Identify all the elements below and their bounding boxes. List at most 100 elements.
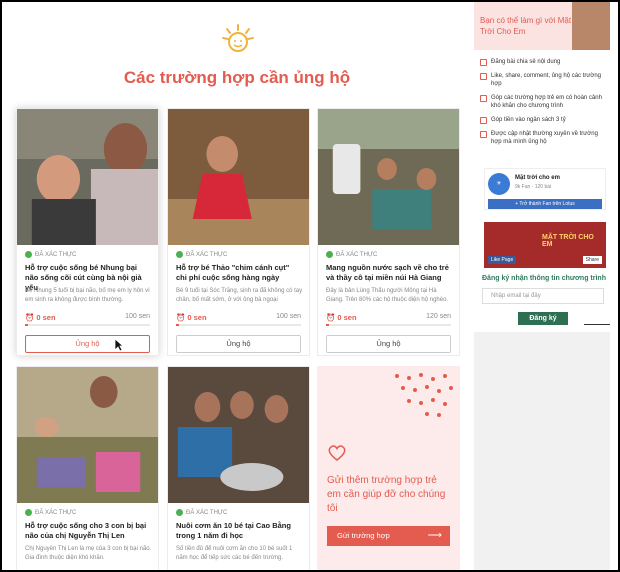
verified-badge: ĐÃ XÁC THỰC [25,251,76,258]
alarm-icon: ⏰ [176,313,186,322]
case-title[interactable]: Hỗ trợ cuộc sống cho 3 con bị bại não củ… [25,521,151,541]
case-title[interactable]: Nuôi cơm ăn 10 bé tại Cao Bằng trong 1 n… [176,521,302,541]
progress-fill [25,324,28,326]
facebook-page-widget: MẶT TRỜI CHO EM Like Page Share [484,222,606,268]
verified-label: ĐÃ XÁC THỰC [336,251,378,258]
donate-button[interactable]: Ủng hộ [176,335,301,353]
verified-label: ĐÃ XÁC THỰC [186,509,228,516]
subscribe-title: Đăng ký nhận thông tin chương trình [482,275,606,282]
dot-pattern-decoration [395,373,453,417]
check-icon [25,251,32,258]
case-card: ĐÃ XÁC THỰC Hỗ trợ bé Thảo "chim cánh cụ… [167,108,310,356]
case-photo [168,367,309,503]
arrow-right-icon: ⟶ [427,530,442,541]
list-item-text: Được cập nhật thường xuyên về trường hợp… [491,131,598,145]
progress-fill [326,324,329,326]
sun-logo-icon [222,24,254,52]
list-item-text: Góp tiền vào ngân sách 3 tỷ [491,117,566,123]
email-field[interactable]: Nhập email tại đây [482,288,604,304]
browser-viewport: Các trường hợp cần ủng hộ ĐÃ XÁC THỰC Hỗ… [2,2,618,570]
donate-button[interactable]: Ủng hộ [25,335,150,353]
check-icon [176,251,183,258]
case-description: Số tiền đủ để nuôi cơm ăn cho 10 bé suốt… [176,546,293,561]
case-photo [17,109,158,245]
verified-label: ĐÃ XÁC THỰC [186,251,228,258]
goal-amount: 100 sen [125,313,150,320]
progress-bar [326,324,451,326]
verified-badge: ĐÃ XÁC THỰC [176,251,227,258]
progress-bar [25,324,150,326]
banner-text: Bạn có thể làm gì với Mặt Trời Cho Em [480,16,572,36]
alarm-icon: ⏰ [25,313,35,322]
sidebar-banner: Bạn có thể làm gì với Mặt Trời Cho Em [474,2,610,50]
list-item: Góp tiền vào ngân sách 3 tỷ [480,116,608,124]
share-button[interactable]: Share [582,256,602,264]
alarm-icon: ⏰ [326,313,336,322]
case-photo [318,109,459,245]
goal-amount: 100 sen [276,313,301,320]
edit-icon [480,59,487,66]
case-title[interactable]: Mang nguồn nước sạch về cho trẻ và thầy … [326,263,452,283]
case-card: ĐÃ XÁC THỰC Hỗ trợ cuộc sống bé Nhung bạ… [16,108,159,356]
case-description: Đây là bản Lùng Thẩu người Mông tại Hà G… [326,288,449,303]
check-icon [176,509,183,516]
page-stats: 9k Fan · 120 bài [515,184,552,190]
verified-label: ĐÃ XÁC THỰC [35,509,77,516]
submit-case-label: Gửi trường hợp [337,531,390,540]
raised-amount: ⏰ 0 sen [176,313,207,322]
submit-case-promo: Gửi thêm trường hợp trẻ em cần giúp đỡ c… [317,366,460,570]
list-item-text: Like, share, comment, ủng hộ các trường … [491,73,602,87]
edit-icon [480,131,487,138]
list-item: Góp các trường hợp trẻ em có hoàn cảnh k… [480,94,608,110]
case-photo [168,109,309,245]
promo-text: Gửi thêm trường hợp trẻ em cần giúp đỡ c… [327,475,446,514]
register-button[interactable]: Đăng ký [518,312,568,325]
donate-button[interactable]: Ủng hộ [326,335,451,353]
case-description: Bé Nhung 5 tuổi bị bại não, bố mẹ em ly … [25,288,150,303]
case-description: Chị Nguyễn Thị Len là mẹ của 3 con bị bạ… [25,546,152,561]
check-icon [25,509,32,516]
case-card: ĐÃ XÁC THỰC Mang nguồn nước sạch về cho … [317,108,460,356]
banner-photo [572,2,610,50]
heart-plus-icon [328,445,346,461]
cover-text: MẶT TRỜI CHO EM [542,234,594,248]
verified-badge: ĐÃ XÁC THỰC [25,509,76,516]
list-item-text: Đăng bài chia sẻ nội dung [491,59,561,65]
raised-label: 0 sen [337,313,357,322]
case-card: ĐÃ XÁC THỰC Hỗ trợ cuộc sống cho 3 con b… [16,366,159,570]
check-icon [326,251,333,258]
avatar: ☀ [488,173,510,195]
raised-label: 0 sen [187,313,207,322]
list-item-text: Góp các trường hợp trẻ em có hoàn cảnh k… [491,95,602,109]
raised-label: 0 sen [36,313,56,322]
divider [584,324,610,325]
page-name[interactable]: Mặt trời cho em [515,175,560,181]
raised-amount: ⏰ 0 sen [326,313,357,322]
edit-icon [480,117,487,124]
edit-icon [480,95,487,102]
mouse-cursor-icon [114,338,124,352]
verified-label: ĐÃ XÁC THỰC [35,251,77,258]
case-description: Bé 9 tuổi tại Sóc Trăng, sinh ra đã khôn… [176,288,303,303]
case-photo [17,367,158,503]
progress-fill [176,324,179,326]
sidebar: Bạn có thể làm gì với Mặt Trời Cho Em Đă… [474,2,618,570]
progress-bar [176,324,301,326]
list-item: Like, share, comment, ủng hộ các trường … [480,72,608,88]
verified-badge: ĐÃ XÁC THỰC [326,251,377,258]
follow-button[interactable]: + Trở thành Fan trên Lotus [488,199,602,209]
lotus-page-widget: ☀ Mặt trời cho em 9k Fan · 120 bài + Trở… [484,168,606,210]
submit-case-button[interactable]: Gửi trường hợp ⟶ [327,526,450,546]
raised-amount: ⏰ 0 sen [25,313,56,322]
edit-icon [480,73,487,80]
verified-badge: ĐÃ XÁC THỰC [176,509,227,516]
benefit-list: Đăng bài chia sẻ nội dung Like, share, c… [480,58,608,152]
case-title[interactable]: Hỗ trợ bé Thảo "chim cánh cụt" chi phí c… [176,263,302,283]
list-item: Đăng bài chia sẻ nội dung [480,58,608,66]
case-card: ĐÃ XÁC THỰC Nuôi cơm ăn 10 bé tại Cao Bằ… [167,366,310,570]
sidebar-empty-area [474,332,610,570]
goal-amount: 120 sen [426,313,451,320]
like-page-button[interactable]: Like Page [488,256,517,264]
main-content: Các trường hợp cần ủng hộ ĐÃ XÁC THỰC Hỗ… [2,2,472,570]
list-item: Được cập nhật thường xuyên về trường hợp… [480,130,608,146]
